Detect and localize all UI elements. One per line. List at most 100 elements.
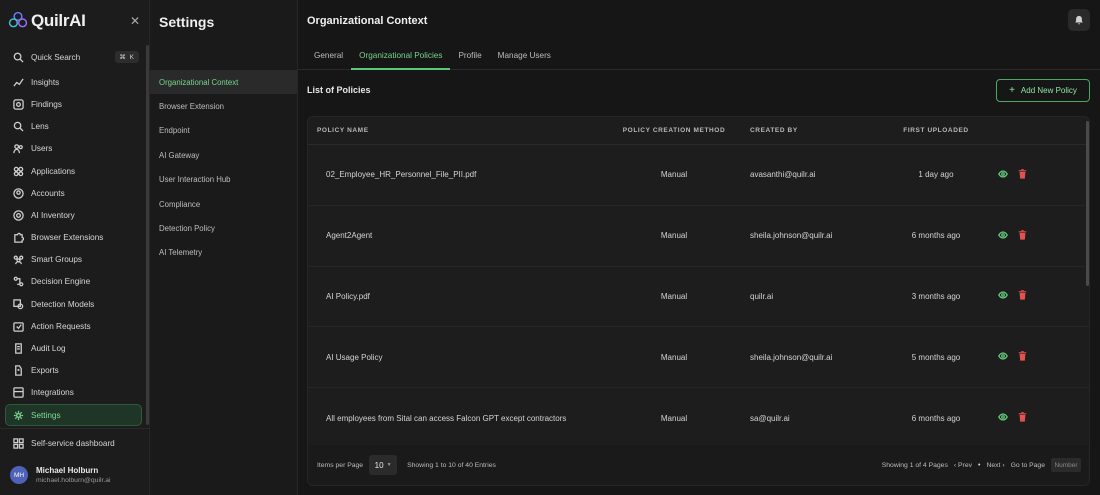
view-eye-icon[interactable] [998,230,1008,242]
policy-creation-method: Manual [660,291,688,301]
table-row[interactable]: AI Usage Policy Manual sheila.johnson@quil… [308,327,1089,389]
notifications-button[interactable] [1068,9,1090,31]
settings-item-detection-policy[interactable]: Detection Policy [150,216,297,240]
delete-trash-icon[interactable] [1018,351,1027,363]
policy-created-by: sa@quilr.ai [750,413,790,423]
next-page-button[interactable]: Next › [986,462,1004,469]
page-title: Organizational Context [307,15,428,27]
sidebar-item-label: Integrations [31,388,74,398]
column-header-creation-method[interactable]: POLICY CREATION METHOD [608,127,740,134]
sidebar-item-decision-engine[interactable]: Decision Engine [5,271,142,293]
view-eye-icon[interactable] [998,351,1008,363]
add-new-policy-button[interactable]: + Add New Policy [996,79,1090,102]
collapse-sidebar-icon[interactable]: ✕ [128,14,142,28]
settings-item-organizational-context[interactable]: Organizational Context [150,70,297,95]
groups-icon [12,254,24,266]
sidebar-item-action-requests[interactable]: Action Requests [5,315,142,337]
sidebar-item-label: Settings [31,410,61,420]
chevron-down-icon: ▼ [386,462,392,468]
column-header-created-by[interactable]: CREATED BY [740,127,886,134]
sidebar-scrollbar[interactable] [146,45,149,425]
policy-creation-method: Manual [660,413,688,423]
settings-item-browser-extension[interactable]: Browser Extension [150,94,297,118]
goto-page-label: Go to Page [1010,461,1045,469]
quick-search-shortcut: ⌘ K [115,51,139,64]
sidebar-item-settings[interactable]: Settings [5,404,142,427]
view-eye-icon[interactable] [998,290,1008,302]
tab-organizational-policies[interactable]: Organizational Policies [351,46,451,70]
account-icon [12,187,24,199]
lens-icon [12,121,24,133]
sidebar-item-smart-groups[interactable]: Smart Groups [5,249,142,271]
audit-icon [12,343,24,355]
settings-item-ai-gateway[interactable]: AI Gateway [150,143,297,167]
self-service-dashboard[interactable]: Self-service dashboard [5,432,142,454]
sidebar-item-accounts[interactable]: Accounts [5,182,142,204]
settings-item-endpoint[interactable]: Endpoint [150,119,297,143]
tab-general[interactable]: General [306,46,351,70]
delete-trash-icon[interactable] [1018,229,1027,242]
items-per-page-value: 10 [374,460,384,470]
sidebar-item-detection-models[interactable]: Detection Models [5,293,142,315]
delete-trash-icon[interactable] [1018,169,1027,181]
sidebar-item-audit-log[interactable]: Audit Log [5,337,142,359]
sidebar-item-exports[interactable]: Exports [5,360,142,382]
sidebar-item-insights[interactable]: Insights [5,71,142,93]
sidebar-item-label: Browser Extensions [31,233,104,243]
sidebar-item-ai-inventory[interactable]: AI Inventory [5,204,142,226]
items-per-page-select[interactable]: 10 ▼ [369,455,398,475]
policy-name: 02_Employee_HR_Personnel_File_PII.pdf [326,170,477,180]
sidebar-item-label: Exports [31,366,59,376]
tab-profile[interactable]: Profile [450,46,489,70]
table-header: POLICY NAME POLICY CREATION METHOD CREAT… [308,117,1089,145]
goto-page-input[interactable]: Number [1051,458,1081,472]
action-icon [12,320,24,332]
page-summary: Showing 1 of 4 Pages [881,461,948,469]
prev-page-button[interactable]: ‹ Prev [954,462,972,469]
column-header-first-uploaded[interactable]: FIRST UPLOADED [886,127,986,134]
quick-search[interactable]: Quick Search ⌘ K [5,46,142,68]
sidebar-item-applications[interactable]: Applications [5,160,142,182]
settings-submenu: Settings Organizational Context Browser E… [150,0,298,495]
brand[interactable]: QuilrAI [7,10,86,32]
policy-created-by: quilr.ai [750,291,774,301]
settings-item-compliance[interactable]: Compliance [150,192,297,216]
sidebar-item-browser-extensions[interactable]: Browser Extensions [5,227,142,249]
table-row[interactable]: All employees from Sital can access Falc… [308,388,1089,449]
sidebar-item-label: AI Inventory [31,210,75,220]
quilr-logo-icon [8,11,28,28]
delete-trash-icon[interactable] [1018,412,1027,424]
user-profile[interactable]: MH Michael Holburn michael.holburn@quilr… [10,466,111,484]
chart-line-icon [12,76,24,88]
sidebar-item-findings[interactable]: Findings [5,93,142,115]
tab-manage-users[interactable]: Manage Users [490,46,559,70]
row-actions [986,290,1066,302]
quick-search-label: Quick Search [31,52,81,62]
integrations-icon [12,387,24,399]
sidebar-item-users[interactable]: Users [5,138,142,160]
settings-title: Settings [159,14,215,30]
delete-trash-icon[interactable] [1018,290,1027,302]
tab-bar: General Organizational Policies Profile Man… [298,46,1100,70]
users-icon [12,143,24,155]
table-footer: Items per Page 10 ▼ Showing 1 to 10 of 4… [308,445,1089,485]
view-eye-icon[interactable] [998,412,1008,424]
sidebar-item-integrations[interactable]: Integrations [5,382,142,404]
policy-first-uploaded: 5 months ago [911,352,961,362]
view-eye-icon[interactable] [998,169,1008,181]
sidebar-item-label: Applications [31,166,76,176]
sidebar-item-label: Accounts [31,188,65,198]
table-scrollbar[interactable] [1086,121,1089,286]
table-row[interactable]: 02_Employee_HR_Personnel_File_PII.pdf Man… [308,145,1089,206]
table-row[interactable]: Agent2Agent Manual sheila.johnson@quilr.ai… [308,206,1089,267]
column-header-policy-name[interactable]: POLICY NAME [308,127,608,134]
policy-creation-method: Manual [660,170,688,180]
brand-name: QuilrAI [31,11,86,30]
entries-summary: Showing 1 to 10 of 40 Entries [407,461,496,469]
sidebar-item-lens[interactable]: Lens [5,116,142,138]
settings-item-ai-telemetry[interactable]: AI Telemetry [150,241,297,265]
row-actions [986,229,1066,242]
settings-item-user-interaction-hub[interactable]: User Interaction Hub [150,168,297,192]
pagination: Showing 1 of 4 Pages ‹ Prev • Next › Go … [882,458,1089,472]
table-row[interactable]: AI Policy.pdf Manual quilr.ai 3 months ago [308,267,1089,328]
